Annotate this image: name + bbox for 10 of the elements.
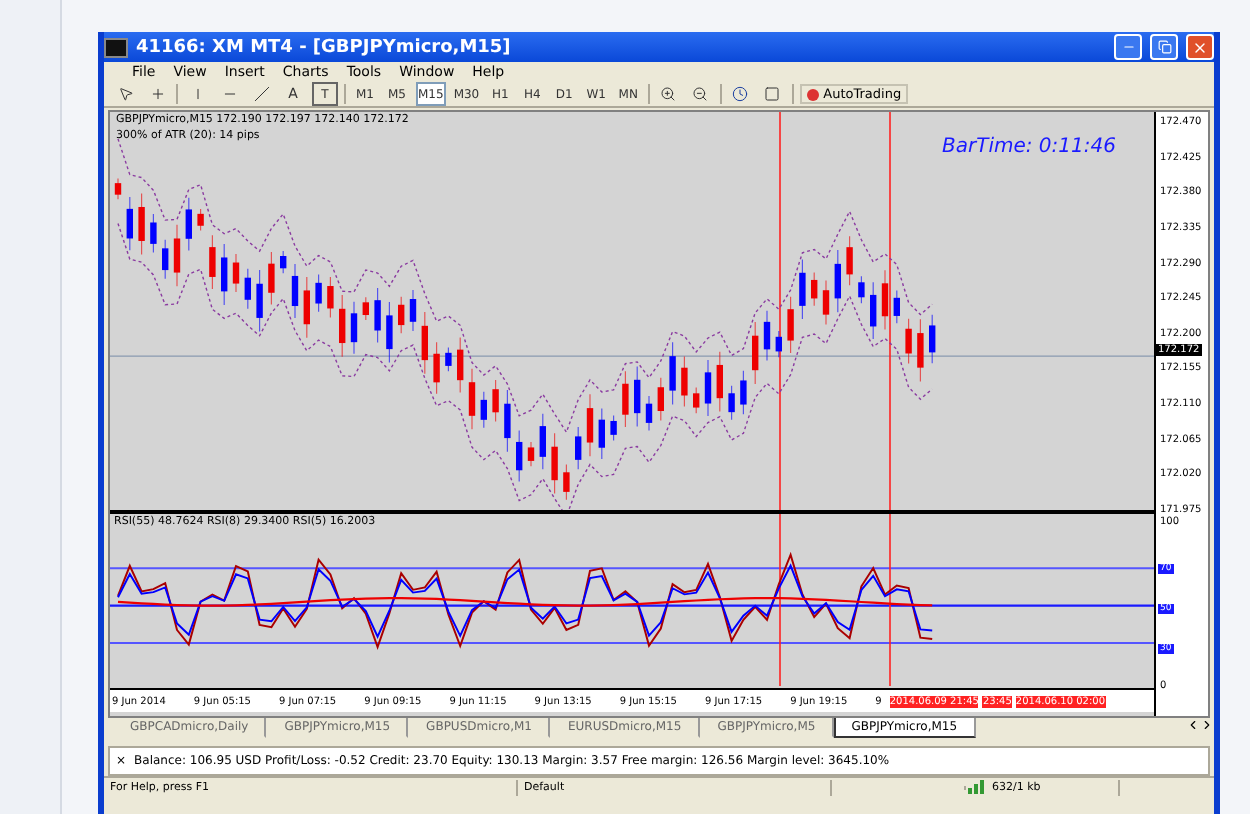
scroll-right-icon[interactable] bbox=[1200, 718, 1214, 732]
window-title: 41166: XM MT4 - [GBPJPYmicro,M15] bbox=[136, 37, 513, 57]
connection-icon bbox=[966, 780, 986, 794]
restore-icon[interactable] bbox=[1150, 34, 1178, 60]
app-logo-icon bbox=[104, 37, 128, 57]
close-icon[interactable] bbox=[1186, 34, 1214, 60]
bar-timer: BarTime: 0:11:46 bbox=[942, 136, 1116, 158]
minimize-icon[interactable] bbox=[1114, 34, 1142, 60]
scroll-left-icon[interactable] bbox=[1186, 718, 1200, 732]
autotrading-icon bbox=[805, 87, 820, 101]
